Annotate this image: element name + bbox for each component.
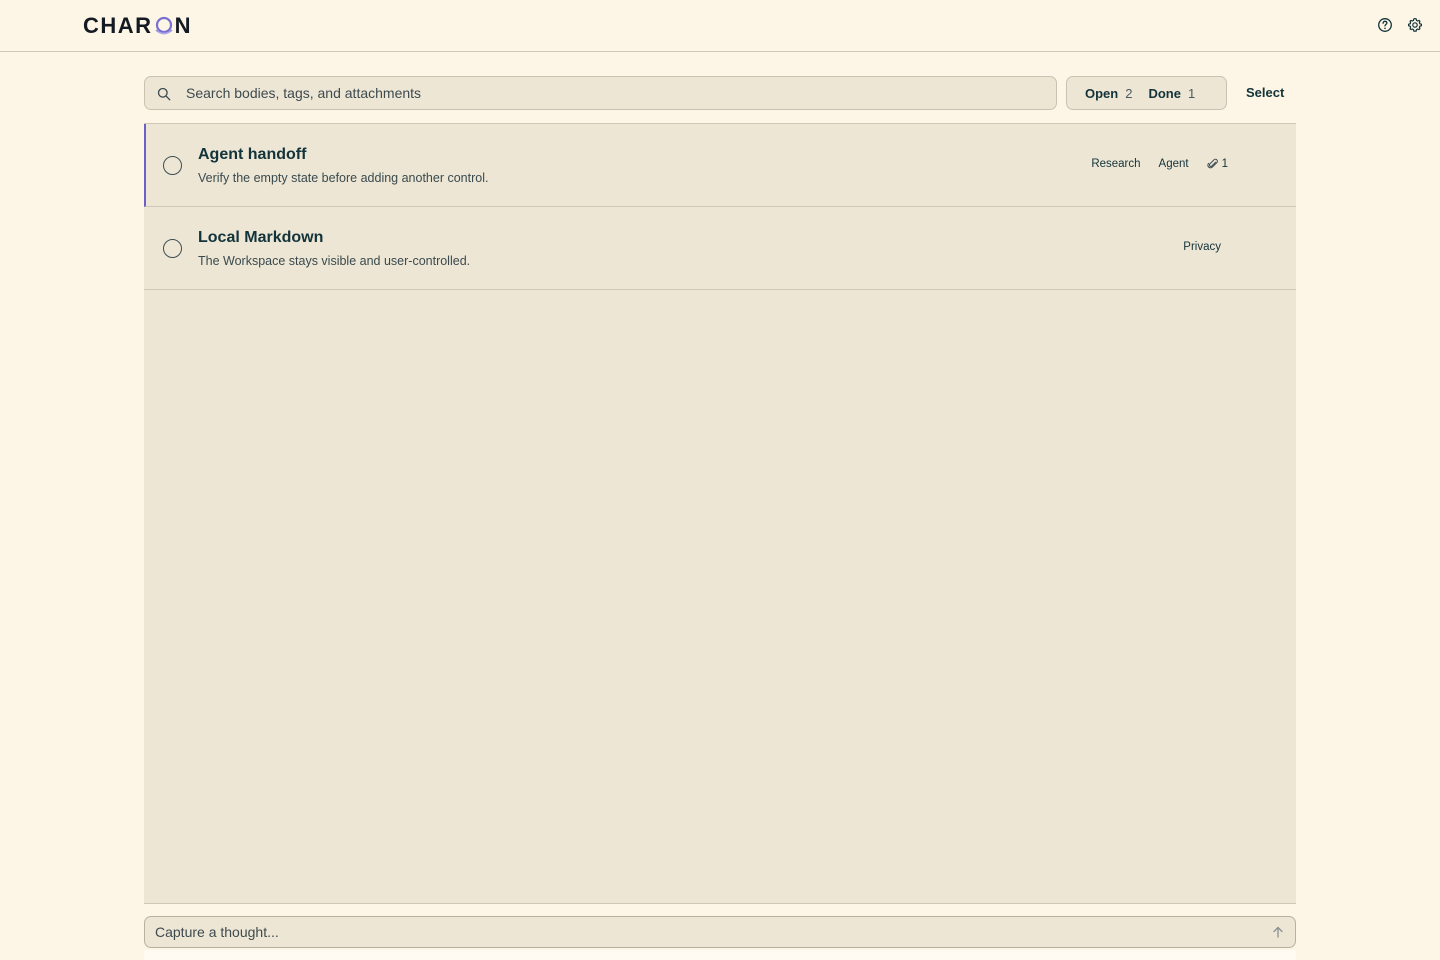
complete-checkbox[interactable] [163, 156, 182, 175]
filter-open-count: 2 [1125, 85, 1133, 101]
item-body: The Workspace stays visible and user-con… [198, 254, 471, 268]
toolbar: Open 2 Done 1 Select [144, 76, 1296, 110]
send-arrow-up-icon[interactable] [1271, 925, 1285, 939]
logo-text-left: CHAR [83, 13, 153, 38]
select-button[interactable]: Select [1246, 76, 1284, 110]
list-item[interactable]: Local Markdown The Workspace stays visib… [144, 207, 1296, 290]
complete-checkbox[interactable] [163, 239, 182, 258]
filter-done-button[interactable]: Done 1 [1132, 77, 1195, 109]
list-item[interactable]: Agent handoff Verify the empty state bef… [144, 124, 1296, 207]
item-tags: Research Agent 1 [1091, 158, 1228, 170]
tag[interactable]: Privacy [1183, 241, 1221, 253]
logo-mark-icon [155, 16, 173, 35]
capture-box[interactable] [144, 916, 1296, 948]
filter-open-button[interactable]: Open 2 [1067, 77, 1132, 109]
charon-logo[interactable]: CHAR N [83, 13, 192, 39]
search-icon [157, 87, 171, 101]
item-tags: Privacy [1183, 241, 1221, 253]
app-header: CHAR N [0, 0, 1440, 52]
capture-input[interactable] [155, 917, 1255, 947]
bottom-strip [144, 950, 1296, 960]
search-input[interactable] [186, 77, 1046, 109]
filter-done-count: 1 [1187, 85, 1196, 101]
tag[interactable]: Research [1091, 158, 1140, 170]
thought-list: Agent handoff Verify the empty state bef… [144, 123, 1296, 904]
tag[interactable]: Agent [1159, 158, 1189, 170]
item-title: Local Markdown [198, 229, 324, 246]
paperclip-icon [1206, 158, 1218, 169]
attachment-count-value: 1 [1221, 158, 1228, 170]
filter-done-label: Done [1148, 85, 1181, 101]
search-box[interactable] [144, 76, 1057, 110]
attachment-count: 1 [1206, 158, 1228, 170]
item-title: Agent handoff [198, 146, 307, 163]
settings-gear-icon[interactable] [1407, 17, 1423, 33]
status-filter-group: Open 2 Done 1 [1066, 76, 1227, 110]
item-body: Verify the empty state before adding ano… [198, 171, 489, 185]
help-icon[interactable] [1377, 17, 1393, 33]
logo-text-right: N [174, 13, 192, 38]
filter-open-label: Open [1085, 85, 1119, 101]
